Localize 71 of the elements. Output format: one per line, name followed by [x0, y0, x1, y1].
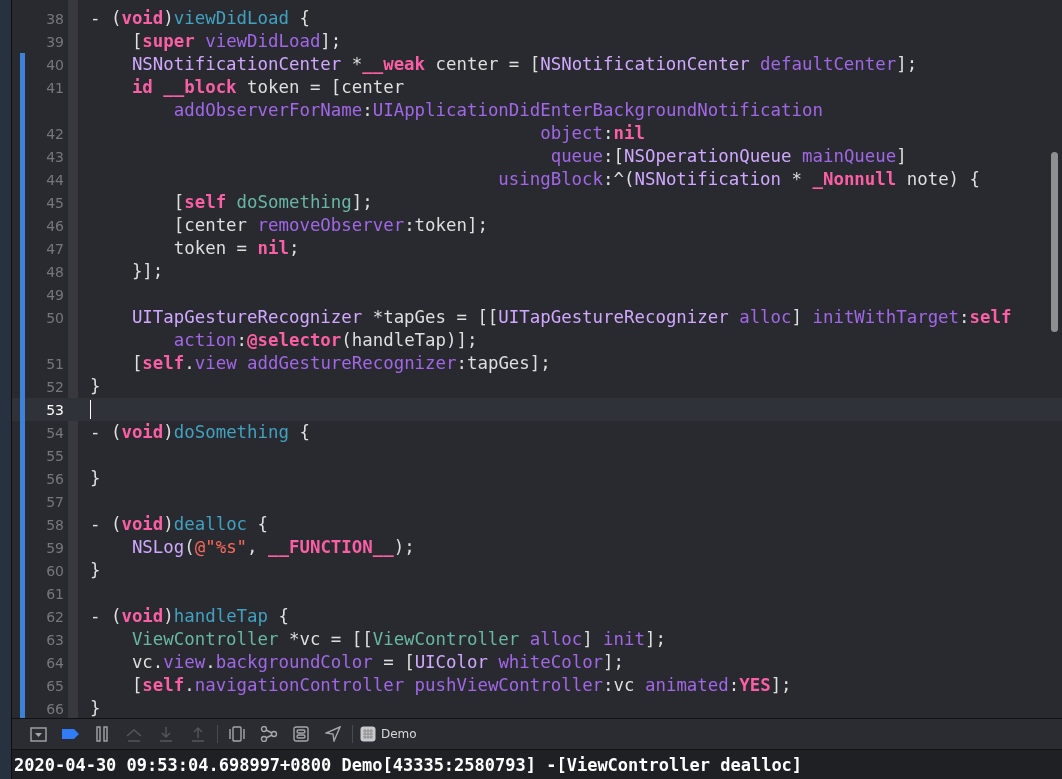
line-number: 56 [46, 470, 64, 487]
line-number: 63 [46, 631, 64, 648]
code-line: } [90, 697, 101, 718]
line-number: 47 [46, 240, 64, 257]
line-number: 49 [46, 286, 64, 303]
line-number: 53 [46, 401, 64, 418]
code-line: usingBlock:^(NSNotification * _Nonnull note) { [497, 168, 980, 191]
hide-panel-icon [29, 726, 47, 742]
code-line: NSNotificationCenter *__weak center = [NSNotificationCenter defaultCenter]; [130, 53, 918, 76]
code-line: - (void)dealloc { [90, 513, 269, 536]
line-number: 59 [46, 539, 64, 556]
code-line: vc.view.backgroundColor = [UIColor whiteColor]; [130, 651, 625, 674]
code-line: [super viewDidLoad]; [130, 30, 342, 53]
scrollbar-thumb[interactable] [1051, 152, 1058, 332]
code-line: object:nil [539, 122, 645, 145]
line-number: 52 [46, 378, 64, 395]
code-line: ViewController *vc = [[ViewController alloc] init]; [130, 628, 666, 651]
code-line: NSLog(@"%s", __FUNCTION__); [130, 536, 415, 559]
layers-icon [229, 726, 245, 742]
line-number: 44 [46, 171, 64, 188]
console-log-line: 2020-04-30 09:53:04.698997+0800 Demo[43335:2580793] -[ViewController dealloc] [14, 754, 803, 775]
line-number: 43 [46, 148, 64, 165]
target-button[interactable]: Demo [356, 721, 421, 747]
line-number: 62 [46, 608, 64, 625]
line-number: 61 [46, 585, 64, 602]
line-number: 54 [46, 424, 64, 441]
toggles-icon [293, 726, 309, 742]
code-line: action:@selector(handleTap)]; [172, 329, 478, 352]
line-number: 58 [46, 516, 64, 533]
line-number: 66 [46, 700, 64, 717]
code-line: } [90, 467, 101, 490]
line-number: 48 [46, 263, 64, 280]
graph-nodes-icon [260, 726, 278, 742]
location-arrow-icon [325, 726, 341, 742]
code-editor[interactable] [12, 0, 1062, 718]
breakpoint-icon [61, 729, 79, 739]
line-number: 57 [46, 493, 64, 510]
code-line: } [90, 559, 101, 582]
line-number: 60 [46, 562, 64, 579]
code-line: - (void)viewDidLoad { [90, 7, 310, 30]
step-over-icon [126, 726, 142, 742]
line-number: 51 [46, 355, 64, 372]
code-line: }]; [130, 260, 164, 283]
code-line: - (void)handleTap { [90, 605, 289, 628]
line-number: 46 [46, 217, 64, 234]
code-line: addObserverForName:UIApplicationDidEnterBackgroundNotification [172, 99, 823, 122]
line-number: 40 [46, 56, 64, 73]
line-number: 38 [46, 10, 64, 27]
code-line: [center removeObserver:token]; [172, 214, 488, 237]
code-line: [self doSomething]; [172, 191, 373, 214]
code-line: [self.view addGestureRecognizer:tapGes]; [130, 352, 551, 375]
code-line: token = nil; [172, 237, 300, 260]
step-into-icon [159, 726, 173, 742]
line-number: 50 [46, 309, 64, 326]
code-line: id __block token = [center [130, 76, 405, 99]
code-line: - (void)doSomething { [90, 421, 310, 444]
line-number: 64 [46, 654, 64, 671]
code-line: [self.navigationController pushViewController:vc animated:YES]; [130, 674, 792, 697]
line-number: 41 [46, 79, 64, 96]
line-number: 42 [46, 125, 64, 142]
code-line: queue:[NSOperationQueue mainQueue] [549, 145, 907, 168]
line-number: 65 [46, 677, 64, 694]
line-number: 39 [46, 33, 64, 50]
step-out-icon [191, 726, 205, 742]
line-number: 45 [46, 194, 64, 211]
code-line: UITapGestureRecognizer *tapGes = [[UITapGestureRecognizer alloc] initWithTarget:self [130, 306, 1012, 329]
app-icon [360, 726, 376, 742]
line-number: 55 [46, 447, 64, 464]
text-cursor [90, 400, 91, 419]
code-line: } [90, 375, 101, 398]
pause-icon [96, 726, 108, 742]
